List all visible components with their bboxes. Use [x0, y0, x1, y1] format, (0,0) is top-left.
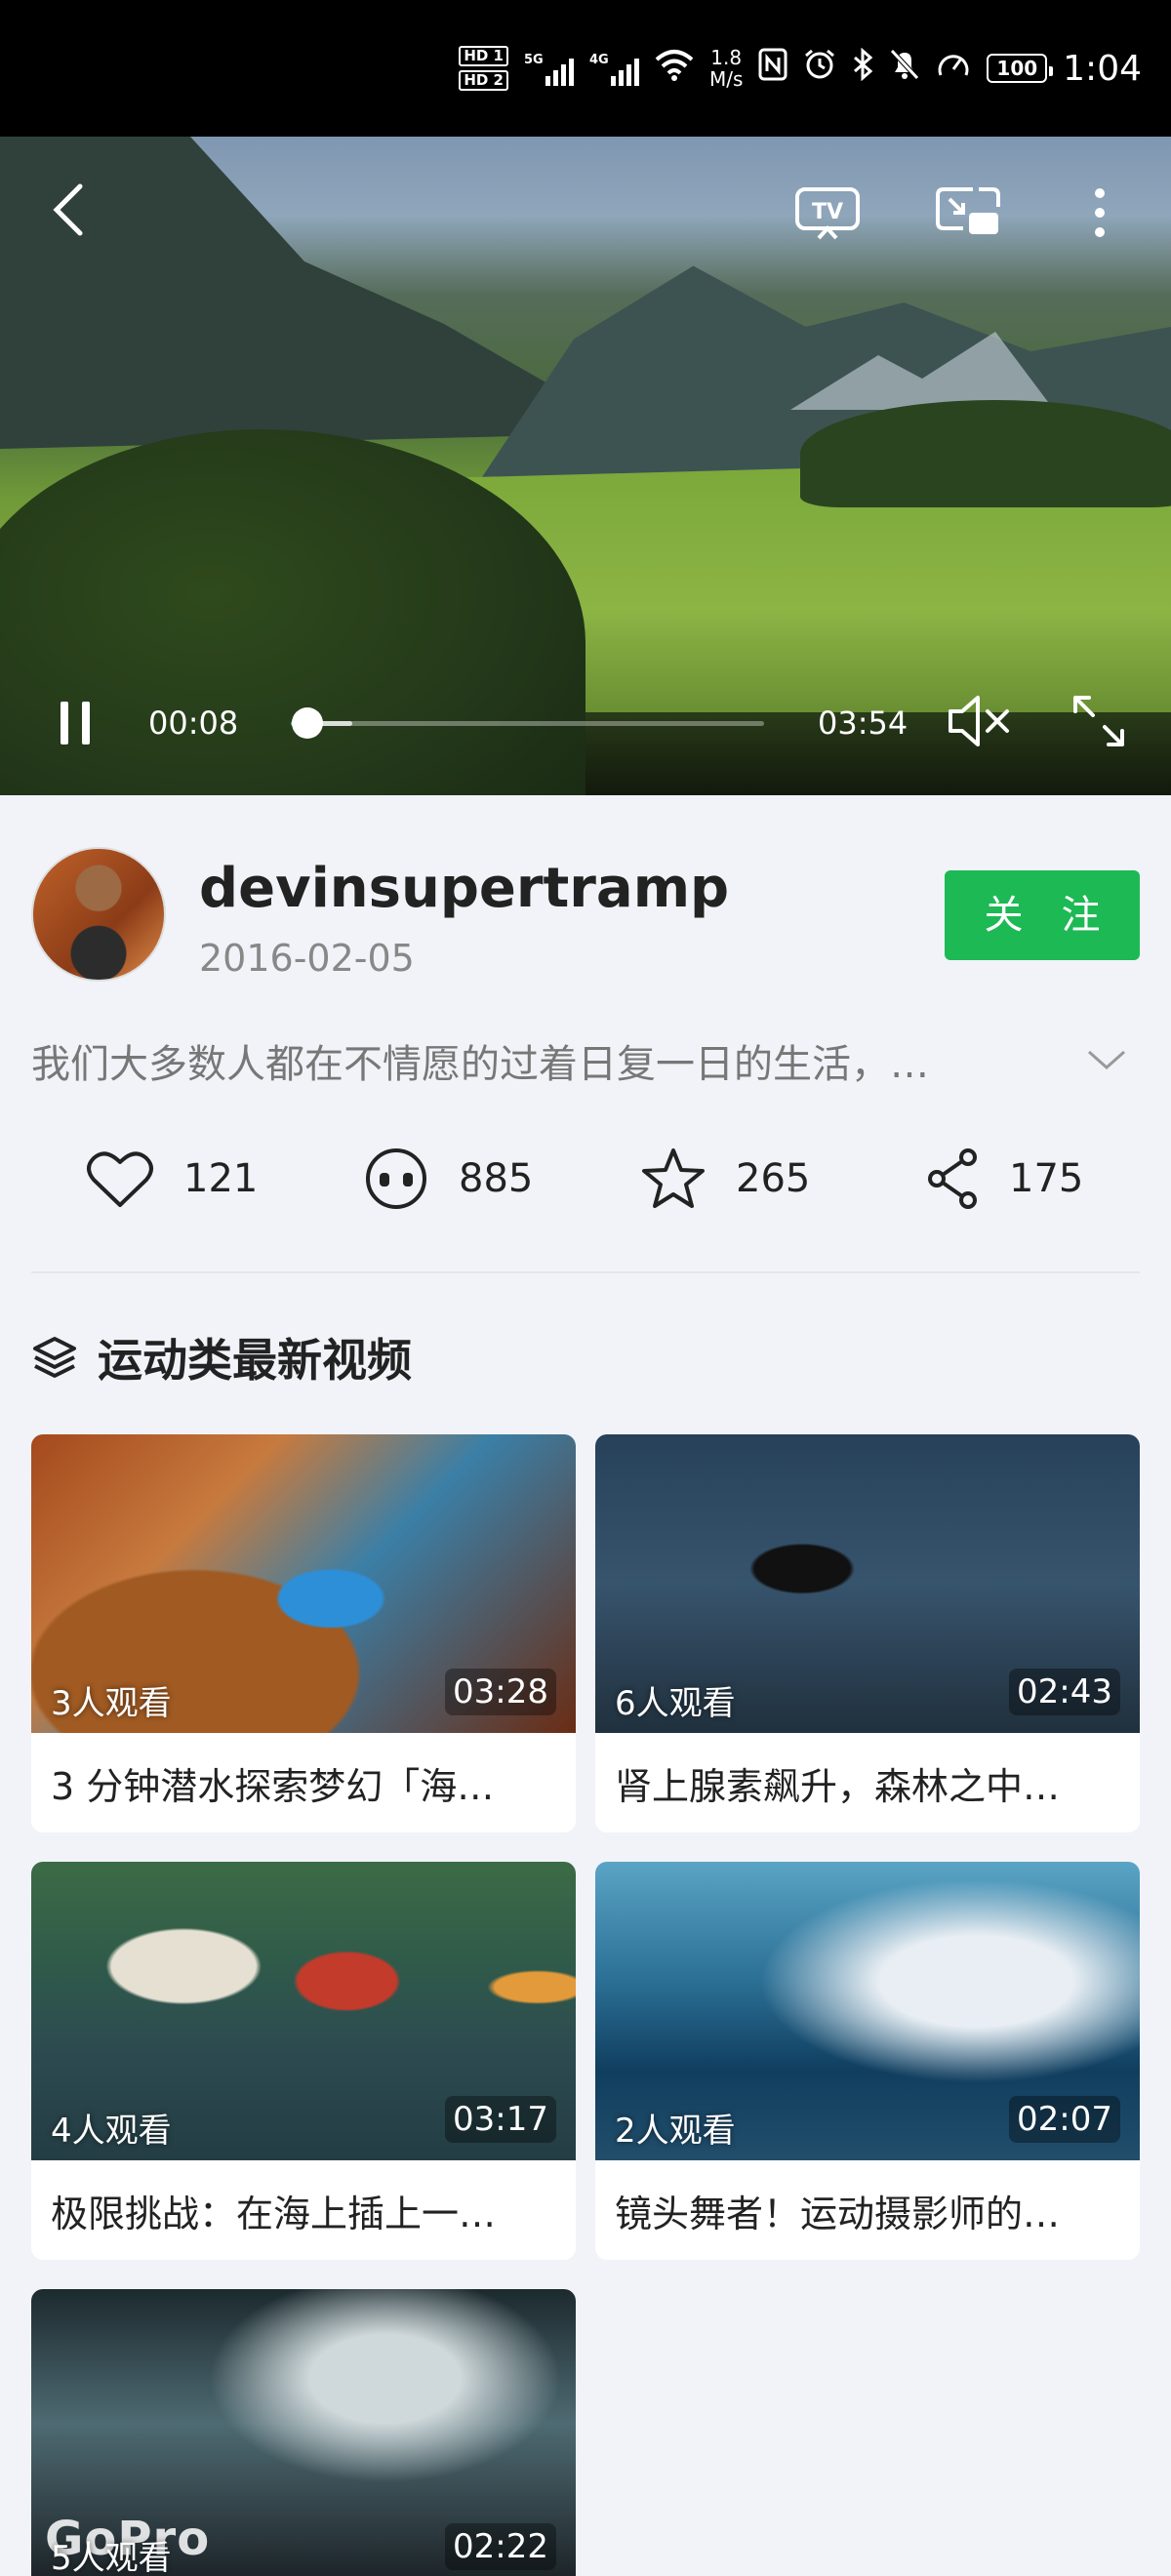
pause-button[interactable]: [59, 702, 92, 745]
seek-handle[interactable]: [291, 707, 323, 739]
author-row: devinsupertramp 2016-02-05 关 注: [31, 847, 1140, 984]
video-card[interactable]: 2人观看 02:07 镜头舞者！运动摄影师的…: [595, 1862, 1140, 2260]
hd-badge-2: HD 2: [459, 70, 508, 91]
video-title: 极限挑战：在海上插上一…: [51, 2193, 497, 2235]
status-bar: HD 1 HD 2 5G 4G 1.8 M/s 100 1:04: [0, 0, 1171, 137]
video-card[interactable]: 6人观看 02:43 肾上腺素飙升，森林之中…: [595, 1434, 1140, 1832]
back-button[interactable]: [47, 181, 90, 239]
video-title: 3 分钟潜水探索梦幻「海…: [51, 1765, 495, 1808]
viewer-count: 2人观看: [615, 2112, 736, 2151]
comment-button[interactable]: 885: [363, 1140, 533, 1218]
clock: 1:04: [1063, 48, 1142, 89]
follow-button[interactable]: 关 注: [945, 870, 1140, 960]
network-speed: 1.8 M/s: [709, 47, 743, 90]
publish-date: 2016-02-05: [199, 937, 415, 980]
chevron-down-icon: [1088, 1050, 1125, 1070]
player-controls: 00:08 03:54: [0, 678, 1171, 766]
like-count: 121: [183, 1156, 259, 1201]
picture-in-picture-button[interactable]: [933, 183, 1003, 242]
volume-muted-icon: [949, 696, 1009, 746]
network-speed-value: 1.8: [710, 46, 743, 69]
network-speed-unit: M/s: [708, 67, 744, 91]
wifi-icon: [655, 48, 694, 89]
video-duration: 03:28: [445, 1669, 556, 1715]
hd-badge-1: HD 1: [459, 46, 508, 66]
section-title: 运动类最新视频: [98, 1334, 412, 1387]
star-icon: [642, 1148, 705, 1208]
comment-count: 885: [459, 1156, 534, 1201]
viewer-count: 3人观看: [51, 1684, 172, 1723]
video-title: 镜头舞者！运动摄影师的…: [615, 2193, 1061, 2235]
favorite-count: 265: [736, 1156, 811, 1201]
mute-bell-icon: [889, 48, 920, 89]
duration: 03:54: [818, 704, 909, 742]
share-button[interactable]: 175: [925, 1140, 1083, 1218]
expand-icon: [1073, 696, 1124, 746]
fullscreen-button[interactable]: [1070, 692, 1128, 754]
signal-4g-icon: 4G: [589, 51, 639, 86]
expand-description-button[interactable]: [1085, 1046, 1128, 1077]
heart-icon: [87, 1151, 153, 1207]
svg-text:TV: TV: [812, 200, 843, 224]
status-icons: HD 1 HD 2 5G 4G 1.8 M/s 100 1:04: [459, 46, 1142, 91]
more-options-button[interactable]: [1083, 183, 1116, 242]
tv-icon: TV: [795, 187, 860, 240]
network-label-5g: 5G: [523, 53, 544, 67]
video-duration: 02:22: [445, 2523, 556, 2570]
viewer-count: 4人观看: [51, 2112, 172, 2151]
video-duration: 02:07: [1009, 2096, 1120, 2143]
avatar[interactable]: [31, 847, 166, 982]
video-card[interactable]: 3人观看 03:28 3 分钟潜水探索梦幻「海…: [31, 1434, 576, 1832]
comment-icon: [366, 1148, 426, 1209]
like-button[interactable]: 121: [86, 1140, 258, 1218]
stats-row: 121 885 265 175: [0, 1140, 1171, 1218]
video-duration: 02:43: [1009, 1669, 1120, 1715]
mute-button[interactable]: [945, 690, 1013, 756]
share-count: 175: [1009, 1156, 1084, 1201]
video-duration: 03:17: [445, 2096, 556, 2143]
video-description[interactable]: 我们大多数人都在不情愿的过着日复一日的生活，…: [31, 1032, 1066, 1089]
video-frame-forest: [800, 400, 1171, 507]
alarm-icon: [803, 48, 836, 89]
more-vertical-icon: [1095, 188, 1105, 237]
tv-cast-button[interactable]: TV: [792, 183, 863, 242]
video-player[interactable]: TV 00:08 03:54: [0, 137, 1171, 795]
chevron-left-icon: [53, 183, 83, 236]
video-title: 肾上腺素飙升，森林之中…: [615, 1765, 1061, 1808]
pip-icon: [936, 187, 1000, 234]
pause-icon: [61, 702, 68, 745]
divider: [31, 1271, 1140, 1273]
share-icon: [928, 1148, 977, 1209]
signal-5g-icon: 5G: [524, 51, 574, 86]
section-header: 运动类最新视频: [31, 1323, 412, 1391]
current-time: 00:08: [148, 704, 239, 742]
video-card[interactable]: 4人观看 03:17 极限挑战：在海上插上一…: [31, 1862, 576, 2260]
nfc-icon: [758, 48, 787, 89]
author-name[interactable]: devinsupertramp: [199, 857, 729, 920]
layers-icon: [33, 1337, 76, 1378]
viewer-count: 5人观看: [51, 2539, 172, 2576]
hd-badges: HD 1 HD 2: [459, 46, 508, 91]
viewer-count: 6人观看: [615, 1684, 736, 1723]
network-label-4g: 4G: [588, 53, 609, 67]
favorite-button[interactable]: 265: [640, 1140, 810, 1218]
bluetooth-icon: [852, 47, 873, 89]
battery-indicator: 100: [987, 54, 1053, 83]
speedometer-icon: [936, 48, 971, 89]
progress-track[interactable]: [291, 707, 764, 739]
video-card[interactable]: GoPro 5人观看 02:22: [31, 2289, 576, 2576]
